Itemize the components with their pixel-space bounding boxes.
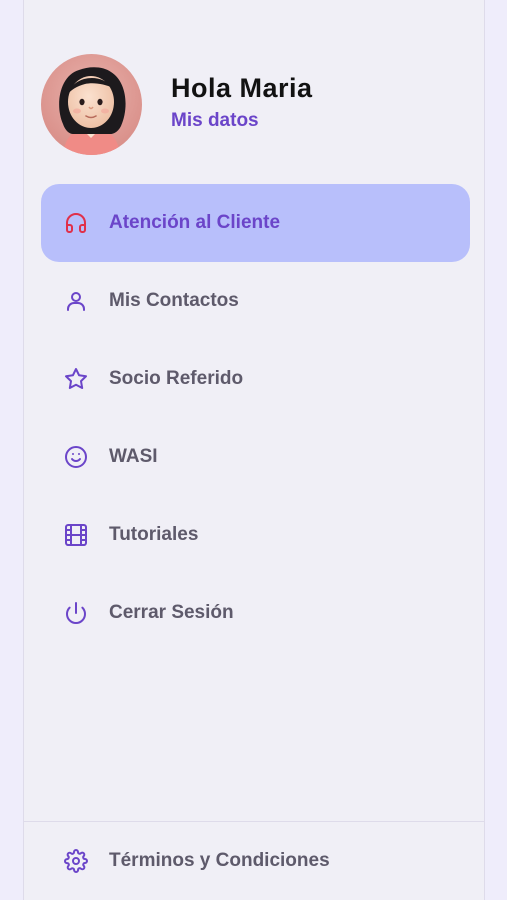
menu-item-label: Socio Referido	[109, 368, 244, 389]
menu-item-label: Mis Contactos	[109, 290, 239, 311]
gear-icon	[63, 848, 89, 874]
menu-item-wasi[interactable]: WASI	[41, 418, 470, 496]
power-icon	[63, 600, 89, 626]
menu-item-label: Tutoriales	[109, 524, 199, 545]
greeting-block: Hola Maria Mis datos	[171, 71, 313, 133]
terms-and-conditions-link[interactable]: Términos y Condiciones	[41, 822, 470, 900]
menu-item-label: Cerrar Sesión	[109, 602, 234, 623]
drawer-menu: Atención al Cliente Mis Contactos Socio …	[41, 184, 470, 652]
smile-icon	[63, 444, 89, 470]
menu-item-label: WASI	[109, 446, 158, 467]
star-icon	[63, 366, 89, 392]
menu-item-tutorials[interactable]: Tutoriales	[41, 496, 470, 574]
greeting-title: Hola Maria	[171, 72, 313, 103]
my-data-link[interactable]: Mis datos	[171, 109, 313, 133]
profile-header: Hola Maria Mis datos	[41, 54, 313, 155]
menu-item-label: Atención al Cliente	[109, 212, 281, 233]
avatar[interactable]	[41, 54, 142, 155]
film-icon	[63, 522, 89, 548]
headphones-icon	[63, 210, 89, 236]
terms-label: Términos y Condiciones	[109, 850, 330, 871]
user-icon	[63, 288, 89, 314]
menu-item-contacts[interactable]: Mis Contactos	[41, 262, 470, 340]
menu-item-referral[interactable]: Socio Referido	[41, 340, 470, 418]
app-screen: Hola Maria Mis datos Atención al Cliente	[0, 0, 507, 900]
navigation-drawer: Hola Maria Mis datos Atención al Cliente	[23, 0, 485, 900]
menu-item-customer-service[interactable]: Atención al Cliente	[41, 184, 470, 262]
menu-item-logout[interactable]: Cerrar Sesión	[41, 574, 470, 652]
